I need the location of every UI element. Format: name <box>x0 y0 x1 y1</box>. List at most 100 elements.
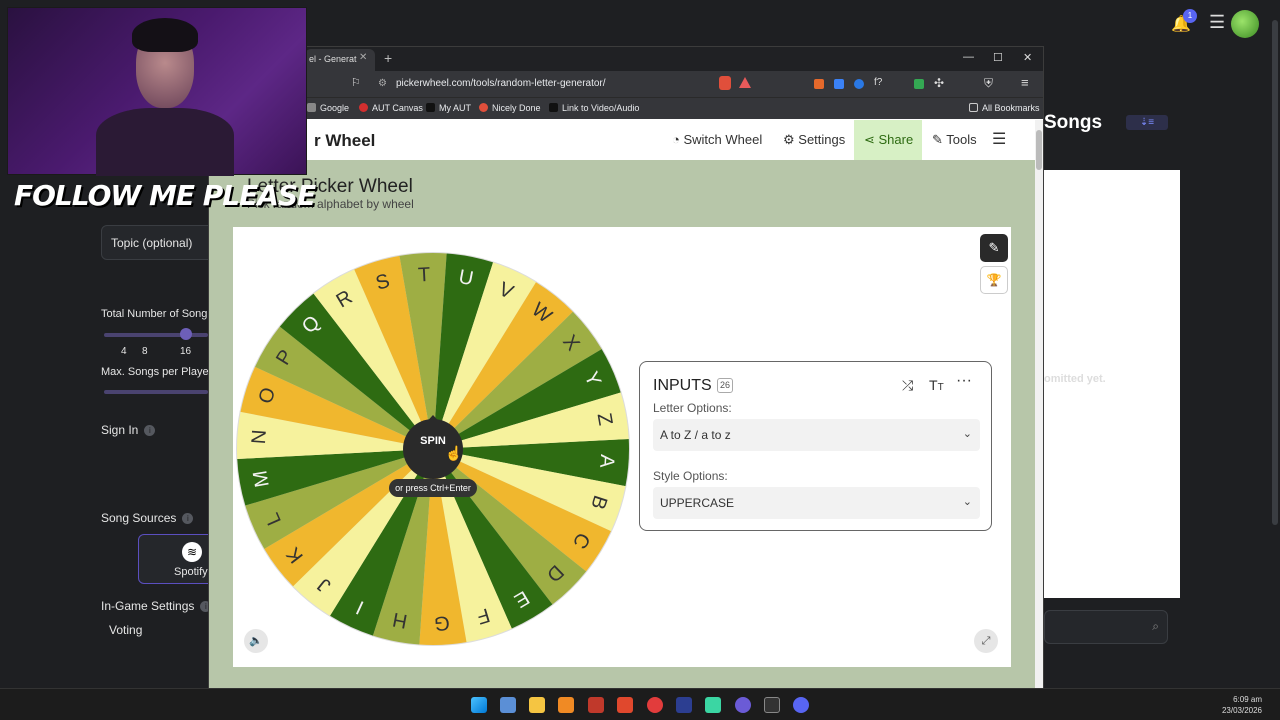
extension-icon[interactable]: f? <box>874 77 882 88</box>
fullscreen-icon[interactable]: ⤢ <box>974 629 998 653</box>
total-songs-knob[interactable] <box>180 328 192 340</box>
max-songs-label: Max. Songs per Playe <box>101 366 209 378</box>
ingame-settings-label: In-Game Settings i <box>101 599 212 613</box>
wheel-icon: ◔ <box>672 132 684 147</box>
app-icon[interactable] <box>558 697 574 713</box>
spin-hint: or press Ctrl+Enter <box>389 479 477 497</box>
extension-icon[interactable] <box>834 79 844 89</box>
hamburger-icon[interactable]: ☰ <box>992 129 1006 149</box>
nav-tools[interactable]: ✎ Tools <box>932 132 977 148</box>
new-tab-icon[interactable]: + <box>384 50 392 66</box>
search-input[interactable]: ⌕ <box>1044 610 1168 644</box>
app-icon[interactable] <box>735 697 751 713</box>
style-options-select[interactable]: UPPERCASE ⌄ <box>653 487 980 519</box>
bookmark-star-icon[interactable]: ⚐ <box>351 76 361 89</box>
total-songs-slider[interactable] <box>104 333 208 337</box>
brave-rewards-icon[interactable] <box>739 77 751 88</box>
songs-title: Songs <box>1044 112 1103 133</box>
clock-time: 6:09 am <box>1233 695 1262 704</box>
brave-icon[interactable] <box>617 697 633 713</box>
notification-badge: 1 <box>1183 9 1197 23</box>
total-songs-label: Total Number of Song <box>101 308 208 320</box>
all-bookmarks[interactable]: All Bookmarks <box>969 103 1040 113</box>
wheel-letter-a: A <box>595 454 618 470</box>
system-clock[interactable]: 6:09 am 23/03/2026 <box>1210 694 1262 716</box>
edit-wheel-icon[interactable]: ✎ <box>980 234 1008 262</box>
max-songs-slider[interactable] <box>104 390 208 394</box>
wallet-icon[interactable]: ⛨ <box>984 76 993 91</box>
style-options-label: Style Options: <box>653 469 728 483</box>
bookmark-link-video[interactable]: Link to Video/Audio <box>549 103 639 113</box>
chevron-down-icon: ⌄ <box>962 428 972 440</box>
shuffle-icon[interactable]: ⤮ <box>902 377 913 394</box>
tick-8: 8 <box>142 346 148 357</box>
wheel-letter-g: G <box>434 611 451 634</box>
nav-switch-wheel[interactable]: ◔ Switch Wheel <box>672 132 762 147</box>
wheel-card: ABCDEFGHIJKLMNOPQRSTUVWXYZ SPIN ☝ or pre… <box>233 227 1011 667</box>
minimize-icon[interactable]: — <box>963 51 974 63</box>
trophy-icon[interactable]: 🏆 <box>980 266 1008 294</box>
site-info-icon[interactable]: ⚙ <box>378 78 387 89</box>
spotify-icon: ≋ <box>182 542 202 562</box>
bookmark-nicely-done[interactable]: Nicely Done <box>479 103 541 113</box>
puzzle-icon[interactable]: ✣ <box>934 76 944 90</box>
bookmark-aut-canvas[interactable]: AUT Canvas <box>359 103 423 113</box>
spotify-label: Spotify <box>174 566 208 578</box>
bookmarks-bar: Google AUT Canvas My AUT Nicely Done Lin… <box>209 97 1043 119</box>
site-brand[interactable]: r Wheel <box>314 131 375 151</box>
nicely-done-icon <box>479 103 488 112</box>
sort-icon[interactable]: ⇣≡ <box>1126 115 1168 130</box>
folder-icon <box>969 103 978 112</box>
inputs-count-badge: 26 <box>717 378 733 393</box>
brave-shield-icon[interactable] <box>719 76 731 90</box>
extension-icon[interactable] <box>854 79 864 89</box>
browser-menu-icon[interactable]: ≡ <box>1021 75 1029 90</box>
app-icon[interactable] <box>647 697 663 713</box>
share-icon: ⋖ <box>864 132 879 147</box>
link-icon <box>549 103 558 112</box>
app-icon[interactable] <box>588 697 604 713</box>
page-scrollbar[interactable] <box>1035 120 1043 688</box>
site-navbar: r Wheel ◔ Switch Wheel ⚙ Settings ⋖ Shar… <box>209 120 1043 160</box>
spotify-source-button[interactable]: ≋ Spotify <box>138 534 218 584</box>
windows-start-icon[interactable] <box>471 697 487 713</box>
discord-icon[interactable] <box>793 697 809 713</box>
nav-settings[interactable]: ⚙ Settings <box>783 132 845 148</box>
folder-icon <box>307 103 316 112</box>
extension-icon[interactable] <box>814 79 824 89</box>
canvas-icon <box>359 103 368 112</box>
info-icon[interactable]: i <box>144 425 156 437</box>
address-bar: ⚐ ⚙ pickerwheel.com/tools/random-letter-… <box>209 71 1043 97</box>
extension-icon[interactable] <box>914 79 924 89</box>
voting-label: Voting <box>109 623 143 637</box>
close-tab-icon[interactable]: ✕ <box>359 52 367 63</box>
letter-options-select[interactable]: A to Z / a to z ⌄ <box>653 419 980 451</box>
topic-input[interactable]: Topic (optional) <box>101 225 221 260</box>
more-options-icon[interactable]: ··· <box>956 372 972 390</box>
nav-share-label[interactable]: ⋖ Share <box>864 132 913 148</box>
bookmark-google[interactable]: Google <box>307 103 349 113</box>
url-field[interactable]: ⚙ pickerwheel.com/tools/random-letter-ge… <box>374 75 674 94</box>
chevron-down-icon: ⌄ <box>962 496 972 508</box>
search-icon[interactable] <box>500 697 516 713</box>
avatar[interactable] <box>1231 10 1259 38</box>
maximize-icon[interactable]: ☐ <box>993 51 1003 64</box>
page-content: r Wheel ◔ Switch Wheel ⚙ Settings ⋖ Shar… <box>209 120 1043 688</box>
bookmark-my-aut[interactable]: My AUT <box>426 103 471 113</box>
streamer-body <box>96 108 234 176</box>
sign-in-label: Sign In i <box>101 423 156 437</box>
menu-icon[interactable]: ☰ <box>1209 12 1225 33</box>
sound-icon[interactable]: 🔈 <box>244 629 268 653</box>
app-icon[interactable] <box>705 697 721 713</box>
text-size-icon[interactable]: TT <box>929 377 944 393</box>
letter-options-label: Letter Options: <box>653 401 732 415</box>
follow-overlay-text: FOLLOW ME PLEASE <box>14 179 316 212</box>
app-icon[interactable] <box>676 697 692 713</box>
app-icon[interactable] <box>764 697 780 713</box>
song-sources-label: Song Sources i <box>101 511 194 525</box>
search-icon: ⌕ <box>1152 619 1159 633</box>
info-icon[interactable]: i <box>182 513 194 525</box>
file-explorer-icon[interactable] <box>529 697 545 713</box>
scrollbar[interactable] <box>1270 0 1280 525</box>
close-window-icon[interactable]: ✕ <box>1023 51 1032 64</box>
